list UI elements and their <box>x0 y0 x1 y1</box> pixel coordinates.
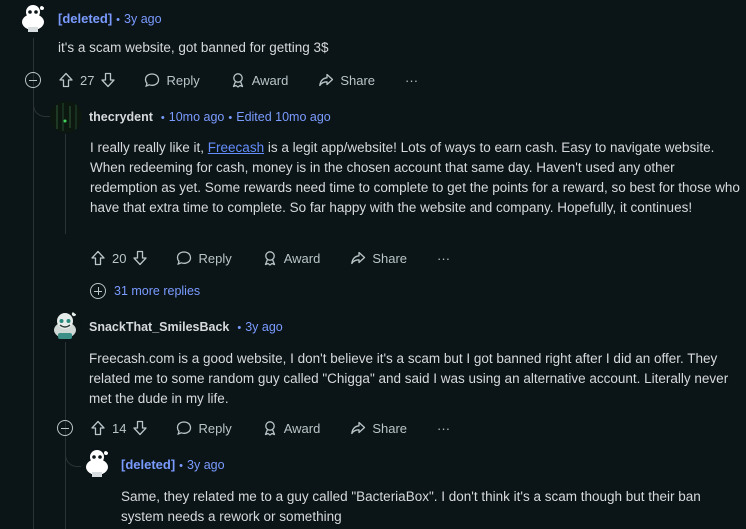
snoo-avatar-icon <box>22 5 44 32</box>
separator-dot: • <box>228 112 233 124</box>
separator-dot: • <box>179 460 184 472</box>
award-label: Award <box>283 420 321 436</box>
upvote-icon[interactable] <box>58 72 74 88</box>
comment-body: Freecash.com is a good website, I don't … <box>89 351 729 406</box>
reply-icon <box>177 421 192 436</box>
comment-time[interactable]: 3y ago <box>124 12 162 26</box>
comment-time[interactable]: 10mo ago <box>169 110 225 124</box>
vote-count: 27 <box>80 72 95 88</box>
reply-button[interactable]: Reply <box>176 420 232 436</box>
more-options-icon: ··· <box>405 72 419 88</box>
comment-meta: [deleted] • 3y ago <box>121 457 225 472</box>
freecash-link[interactable]: Freecash <box>208 140 264 155</box>
reply-label: Reply <box>198 250 232 266</box>
vote-count: 14 <box>112 420 127 436</box>
more-options-icon: ··· <box>437 250 451 266</box>
more-replies-label: 31 more replies <box>114 284 201 298</box>
more-options-button[interactable]: ··· <box>437 421 450 436</box>
award-label: Award <box>283 250 321 266</box>
vote-controls: 20 <box>90 250 148 266</box>
vote-controls: 27 <box>58 72 116 88</box>
reply-label: Reply <box>166 72 200 88</box>
avatar[interactable] <box>49 310 81 342</box>
separator-dot: • <box>160 112 165 124</box>
more-options-button[interactable]: ··· <box>437 251 450 266</box>
comment-author[interactable]: SnackThat_SmilesBack <box>89 320 229 334</box>
comment-actions: 20 Reply Award Share ··· <box>90 245 480 271</box>
avatar[interactable] <box>50 101 82 133</box>
vote-controls: 14 <box>90 420 148 436</box>
thread-line <box>65 134 66 234</box>
edited-label: Edited 10mo ago <box>236 110 331 124</box>
more-options-button[interactable]: ··· <box>405 73 418 88</box>
vote-count: 20 <box>112 250 127 266</box>
comment-actions: 14 Reply Award Share ··· <box>90 415 480 441</box>
avatar[interactable] <box>17 3 49 35</box>
comment-author[interactable]: [deleted] <box>121 457 175 472</box>
expand-plus-icon <box>90 283 106 299</box>
separator-dot: • <box>116 14 121 26</box>
comment-body: it's a scam website, got banned for gett… <box>58 40 329 55</box>
more-options-icon: ··· <box>437 420 451 436</box>
avatar[interactable] <box>81 448 113 480</box>
downvote-icon[interactable] <box>132 250 148 266</box>
downvote-icon[interactable] <box>132 420 148 436</box>
reply-button[interactable]: Reply <box>144 72 200 88</box>
comment-time[interactable]: 3y ago <box>245 320 283 334</box>
share-button[interactable]: Share <box>350 420 407 436</box>
share-label: Share <box>340 72 376 88</box>
award-button[interactable]: Award <box>230 72 289 88</box>
comment-author[interactable]: [deleted] <box>58 11 112 26</box>
share-button[interactable]: Share <box>350 250 407 266</box>
award-label: Award <box>251 72 289 88</box>
thread-line <box>33 38 34 529</box>
downvote-icon[interactable] <box>100 72 116 88</box>
comment-time[interactable]: 3y ago <box>187 458 225 472</box>
award-icon <box>232 73 243 88</box>
comment-meta: SnackThat_SmilesBack • 3y ago <box>89 319 283 334</box>
share-label: Share <box>372 420 408 436</box>
award-button[interactable]: Award <box>262 250 321 266</box>
snoo-avatar-icon <box>54 311 77 339</box>
reply-button[interactable]: Reply <box>176 250 232 266</box>
share-label: Share <box>372 250 408 266</box>
reply-icon <box>145 73 160 88</box>
award-icon <box>264 421 275 436</box>
comment-meta: thecrydent • 10mo ago • Edited 10mo ago <box>89 109 331 124</box>
reply-icon <box>177 251 192 266</box>
upvote-icon[interactable] <box>90 250 106 266</box>
user-avatar-icon <box>50 101 82 133</box>
more-replies-button[interactable]: 31 more replies <box>90 283 200 299</box>
collapse-thread-button[interactable] <box>57 420 73 436</box>
share-icon <box>319 73 334 87</box>
award-button[interactable]: Award <box>262 420 321 436</box>
comment-actions: 27 Reply Award Share ··· <box>58 67 448 93</box>
snoo-avatar-icon <box>86 450 108 477</box>
separator-dot: • <box>237 322 242 334</box>
upvote-icon[interactable] <box>90 420 106 436</box>
reply-label: Reply <box>198 420 232 436</box>
share-icon <box>351 421 366 435</box>
comment-body-text: I really really like it, <box>90 140 208 155</box>
comment-body: Same, they related me to a guy called "B… <box>121 489 701 524</box>
comment-body: I really really like it, Freecash is a l… <box>90 138 740 218</box>
share-icon <box>351 251 366 265</box>
comment-meta: [deleted] • 3y ago <box>58 11 162 26</box>
comment-author[interactable]: thecrydent <box>89 110 153 124</box>
share-button[interactable]: Share <box>318 72 375 88</box>
collapse-thread-button[interactable] <box>25 72 41 88</box>
award-icon <box>264 251 275 266</box>
